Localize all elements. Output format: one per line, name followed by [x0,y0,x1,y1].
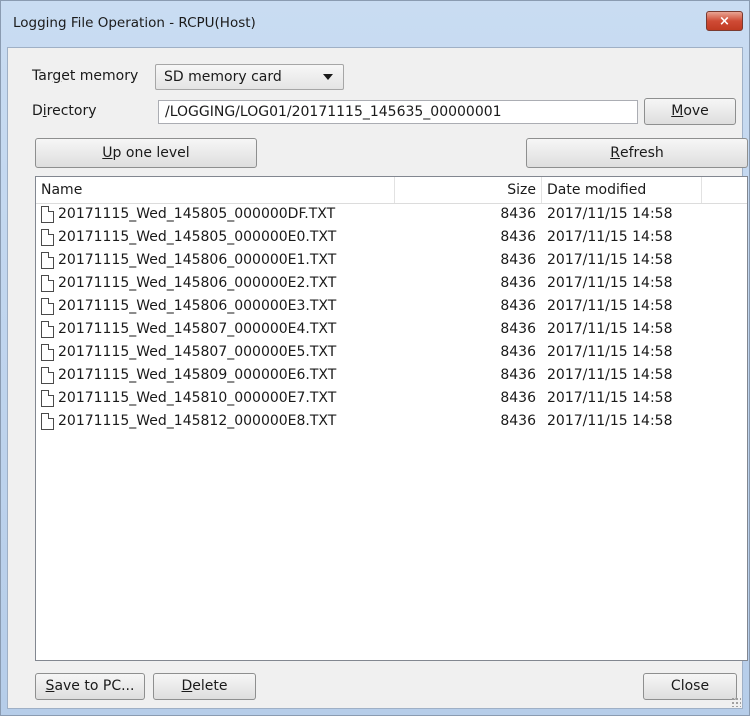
chevron-down-icon [323,74,333,80]
list-item[interactable]: 20171115_Wed_145812_000000E8.TXT 8436 20… [36,411,747,434]
list-item[interactable]: 20171115_Wed_145809_000000E6.TXT 8436 20… [36,365,747,388]
directory-label-post: rectory [46,103,97,119]
target-memory-label-post: et memory [61,68,139,84]
up-one-level-button[interactable]: Up one level [35,138,257,168]
delete-button[interactable]: Delete [153,673,256,700]
file-name: 20171115_Wed_145807_000000E5.TXT [58,344,337,360]
save-to-pc-button[interactable]: Save to PC... [35,673,145,700]
file-date: 2017/11/15 14:58 [547,413,673,429]
file-size: 8436 [500,206,536,222]
delete-label: elete [192,678,228,694]
list-item[interactable]: 20171115_Wed_145807_000000E5.TXT 8436 20… [36,342,747,365]
list-item[interactable]: 20171115_Wed_145807_000000E4.TXT 8436 20… [36,319,747,342]
file-name: 20171115_Wed_145812_000000E8.TXT [58,413,337,429]
move-button[interactable]: Move [644,98,736,125]
list-item[interactable]: 20171115_Wed_145806_000000E3.TXT 8436 20… [36,296,747,319]
column-divider[interactable] [701,177,702,203]
file-size: 8436 [500,344,536,360]
file-date: 2017/11/15 14:58 [547,367,673,383]
file-name: 20171115_Wed_145806_000000E3.TXT [58,298,337,314]
target-memory-label: Target memory [32,68,138,84]
file-name: 20171115_Wed_145805_000000E0.TXT [58,229,337,245]
refresh-button[interactable]: Refresh [526,138,748,168]
column-divider[interactable] [541,177,542,203]
file-name: 20171115_Wed_145809_000000E6.TXT [58,367,337,383]
refresh-key: R [610,145,620,161]
move-button-key: M [671,103,684,119]
title-bar[interactable]: Logging File Operation - RCPU(Host) × [1,1,749,47]
list-item[interactable]: 20171115_Wed_145810_000000E7.TXT 8436 20… [36,388,747,411]
file-name: 20171115_Wed_145806_000000E2.TXT [58,275,337,291]
file-date: 2017/11/15 14:58 [547,298,673,314]
file-icon [41,390,54,407]
file-list[interactable]: Name Size Date modified 20171115_Wed_145… [35,176,748,661]
file-icon [41,275,54,292]
directory-label: Directory [32,103,97,119]
file-name: 20171115_Wed_145807_000000E4.TXT [58,321,337,337]
file-icon [41,252,54,269]
file-size: 8436 [500,275,536,291]
list-item[interactable]: 20171115_Wed_145805_000000E0.TXT 8436 20… [36,227,747,250]
column-header-date[interactable]: Date modified [547,177,646,203]
dialog-body: Target memory SD memory card Directory /… [7,47,748,709]
dialog-window: Logging File Operation - RCPU(Host) × Ta… [0,0,750,716]
file-size: 8436 [500,298,536,314]
move-button-label: ove [683,103,709,119]
save-to-pc-key: S [45,678,55,694]
file-name: 20171115_Wed_145806_000000E1.TXT [58,252,337,268]
list-item[interactable]: 20171115_Wed_145806_000000E1.TXT 8436 20… [36,250,747,273]
file-date: 2017/11/15 14:58 [547,252,673,268]
directory-label-pre: D [32,103,43,119]
up-one-level-key: U [102,145,113,161]
file-date: 2017/11/15 14:58 [547,390,673,406]
file-icon [41,206,54,223]
directory-value: /LOGGING/LOG01/20171115_145635_00000001 [165,104,502,120]
file-icon [41,413,54,430]
target-memory-label-pre: Tar [32,68,53,84]
file-size: 8436 [500,229,536,245]
delete-key: D [181,678,193,694]
file-date: 2017/11/15 14:58 [547,229,673,245]
resize-grip-icon[interactable] [731,697,741,707]
directory-field[interactable]: /LOGGING/LOG01/20171115_145635_00000001 [158,100,638,124]
file-icon [41,367,54,384]
file-icon [41,344,54,361]
file-size: 8436 [500,367,536,383]
file-icon [41,321,54,338]
column-header-name[interactable]: Name [41,177,82,203]
file-name: 20171115_Wed_145805_000000DF.TXT [58,206,336,222]
file-date: 2017/11/15 14:58 [547,275,673,291]
target-memory-label-key: g [52,68,62,84]
file-date: 2017/11/15 14:58 [547,321,673,337]
target-memory-dropdown[interactable]: SD memory card [155,64,344,90]
file-icon [41,229,54,246]
file-size: 8436 [500,390,536,406]
close-icon[interactable]: × [706,11,743,31]
file-size: 8436 [500,252,536,268]
file-icon [41,298,54,315]
save-to-pc-label: ave to PC... [54,678,135,694]
file-size: 8436 [500,413,536,429]
column-divider[interactable] [394,177,395,203]
column-header-size[interactable]: Size [476,177,536,203]
window-title: Logging File Operation - RCPU(Host) [13,15,256,31]
close-button[interactable]: Close [643,673,737,700]
file-name: 20171115_Wed_145810_000000E7.TXT [58,390,337,406]
file-date: 2017/11/15 14:58 [547,206,673,222]
list-item[interactable]: 20171115_Wed_145806_000000E2.TXT 8436 20… [36,273,747,296]
refresh-label: efresh [619,145,664,161]
list-header: Name Size Date modified [36,177,747,204]
file-size: 8436 [500,321,536,337]
up-one-level-label: p one level [112,145,190,161]
target-memory-selected: SD memory card [164,69,282,85]
file-date: 2017/11/15 14:58 [547,344,673,360]
list-item[interactable]: 20171115_Wed_145805_000000DF.TXT 8436 20… [36,204,747,227]
